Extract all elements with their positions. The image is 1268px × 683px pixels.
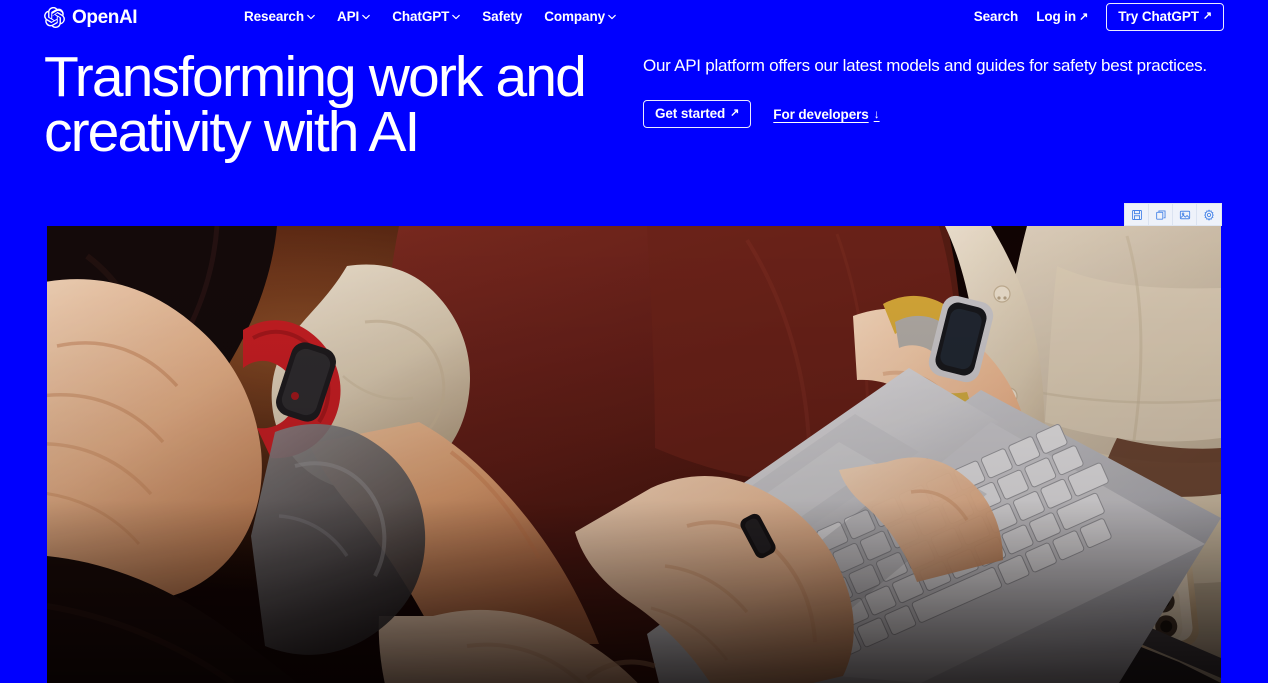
hero-subtitle: Our API platform offers our latest model… <box>643 56 1207 75</box>
brand-name: OpenAI <box>72 6 138 28</box>
arrow-up-right-icon: ↗ <box>1079 10 1089 23</box>
nav-item-label: ChatGPT <box>392 9 450 24</box>
try-chatgpt-label: Try ChatGPT <box>1118 9 1199 24</box>
page-title: Transforming work and creativity with AI <box>44 49 634 161</box>
nav-item-safety[interactable]: Safety <box>482 8 522 26</box>
for-developers-label: For developers <box>773 106 869 122</box>
image-toolbar <box>1124 203 1222 226</box>
settings-gear-icon[interactable] <box>1197 204 1221 225</box>
chevron-down-icon <box>307 14 315 22</box>
chevron-down-icon <box>608 14 616 22</box>
arrow-down-icon: ↓ <box>873 107 880 121</box>
nav-item-label: Safety <box>482 9 523 24</box>
copy-icon[interactable] <box>1149 204 1173 225</box>
openai-logo-icon <box>44 6 65 28</box>
search-button[interactable]: Search <box>973 8 1019 26</box>
login-link[interactable]: Log in ↗ <box>1036 8 1088 26</box>
for-developers-link[interactable]: For developers ↓ <box>773 107 879 122</box>
nav-item-chatgpt[interactable]: ChatGPT <box>392 8 461 26</box>
get-started-label: Get started <box>655 106 726 121</box>
login-label: Log in <box>1036 9 1077 24</box>
hero-title-line-2: creativity with AI <box>44 100 420 164</box>
page-root: OpenAI Research API ChatGPT Safety Compa… <box>0 0 1268 683</box>
chevron-down-icon <box>452 14 461 22</box>
chevron-down-icon <box>362 14 371 22</box>
hero-image <box>47 226 1221 683</box>
nav-item-label: API <box>337 9 360 24</box>
hero-right-column: Our API platform offers our latest model… <box>643 54 1223 128</box>
image-icon[interactable] <box>1173 204 1197 225</box>
nav-item-label: Company <box>544 9 606 24</box>
hero-section: Transforming work and creativity with AI… <box>0 44 1268 204</box>
nav-item-api[interactable]: API <box>337 8 371 26</box>
brand-logo[interactable]: OpenAI <box>44 5 138 29</box>
nav-item-label: Research <box>244 9 304 24</box>
nav-item-company[interactable]: Company <box>544 8 616 26</box>
arrow-up-right-icon: ↗ <box>1202 10 1212 22</box>
header-actions: Search Log in ↗ Try ChatGPT ↗ <box>973 3 1224 31</box>
hero-photo-illustration <box>47 226 1221 683</box>
primary-navigation: Research API ChatGPT Safety Company <box>244 8 616 26</box>
get-started-button[interactable]: Get started ↗ <box>643 100 752 128</box>
search-label: Search <box>973 9 1019 24</box>
try-chatgpt-button[interactable]: Try ChatGPT ↗ <box>1106 3 1224 31</box>
hero-actions: Get started ↗ For developers ↓ <box>643 100 1223 128</box>
save-icon[interactable] <box>1125 204 1149 225</box>
arrow-up-right-icon: ↗ <box>730 107 740 119</box>
site-header: OpenAI Research API ChatGPT Safety Compa… <box>0 0 1268 34</box>
nav-item-research[interactable]: Research <box>244 8 315 26</box>
